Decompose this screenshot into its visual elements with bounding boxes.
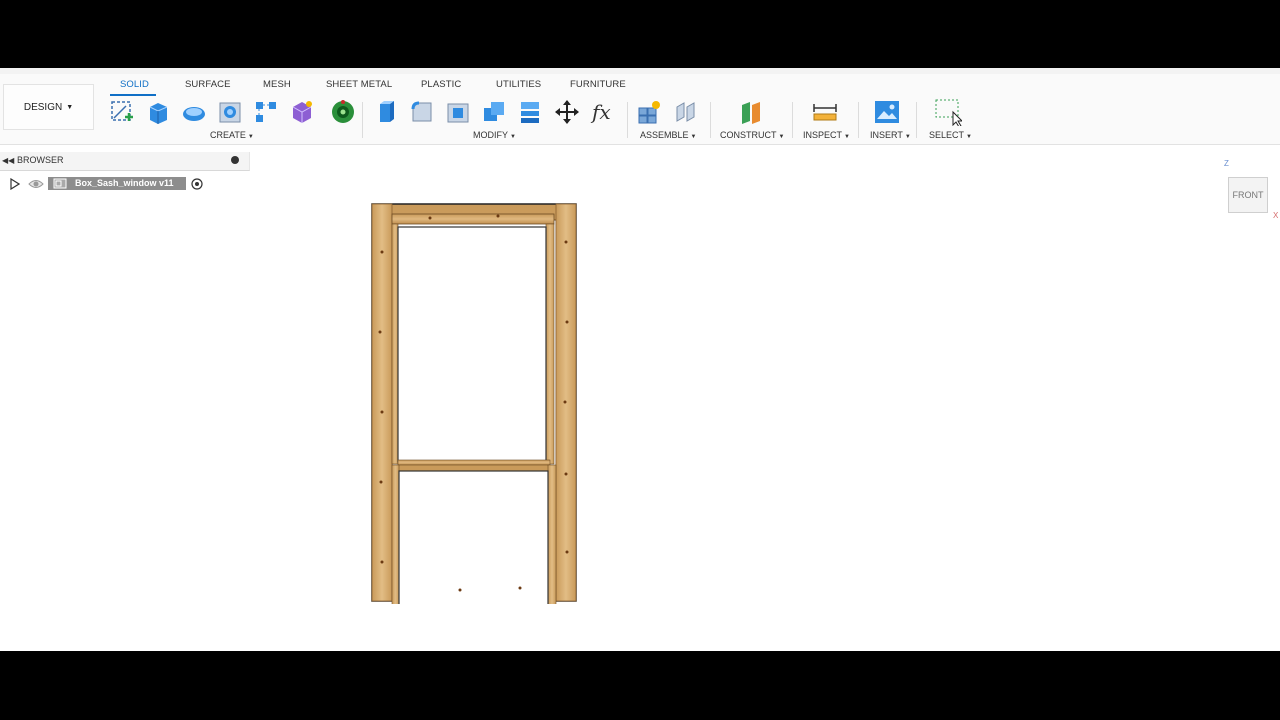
generative-design-icon[interactable] bbox=[328, 98, 356, 126]
tab-mesh[interactable]: MESH bbox=[263, 79, 291, 90]
visibility-eye-icon[interactable] bbox=[28, 178, 44, 190]
hole-icon[interactable] bbox=[216, 98, 244, 126]
assemble-menu-label: ASSEMBLE bbox=[640, 130, 689, 140]
inspect-menu-label: INSPECT bbox=[803, 130, 843, 140]
tab-furniture[interactable]: FURNITURE bbox=[570, 79, 626, 90]
chevron-down-icon: ▼ bbox=[966, 134, 972, 140]
separator bbox=[627, 102, 628, 138]
assemble-menu[interactable]: ASSEMBLE ▼ bbox=[640, 130, 696, 140]
activate-radio-icon[interactable] bbox=[191, 178, 203, 190]
chevron-down-icon: ▼ bbox=[510, 134, 516, 140]
separator bbox=[858, 102, 859, 138]
document-name: Box_Sash_window v11 bbox=[48, 177, 186, 190]
tab-sheet-metal[interactable]: SHEET METAL bbox=[326, 79, 392, 90]
tab-plastic[interactable]: PLASTIC bbox=[421, 79, 461, 90]
create-menu[interactable]: CREATE ▼ bbox=[210, 130, 254, 140]
create-menu-label: CREATE bbox=[210, 130, 246, 140]
browser-title: BROWSER bbox=[17, 155, 64, 165]
tab-solid[interactable]: SOLID bbox=[120, 79, 149, 90]
chevron-down-icon: ▼ bbox=[904, 134, 911, 140]
separator bbox=[362, 102, 363, 138]
tab-surface[interactable]: SURFACE bbox=[185, 79, 231, 90]
insert-menu[interactable]: INSERT ▼ bbox=[870, 130, 911, 140]
joint-icon[interactable] bbox=[672, 98, 700, 126]
pattern-icon[interactable] bbox=[252, 98, 280, 126]
form-icon[interactable] bbox=[288, 98, 316, 126]
chevron-down-icon: ▼ bbox=[844, 134, 850, 140]
expand-arrow-icon[interactable] bbox=[10, 178, 20, 190]
chevron-down-icon: ▼ bbox=[66, 103, 74, 111]
split-body-icon[interactable] bbox=[516, 98, 544, 126]
separator bbox=[710, 102, 711, 138]
measure-icon[interactable] bbox=[811, 98, 839, 126]
tab-utilities[interactable]: UTILITIES bbox=[496, 79, 541, 90]
modify-menu[interactable]: MODIFY ▼ bbox=[473, 130, 516, 140]
window-model[interactable] bbox=[370, 202, 580, 604]
extrude-icon[interactable] bbox=[144, 98, 172, 126]
shell-icon[interactable] bbox=[444, 98, 472, 126]
axis-z-label: Z bbox=[1224, 159, 1229, 168]
select-window-icon[interactable] bbox=[934, 98, 962, 126]
move-icon[interactable] bbox=[553, 98, 581, 126]
construct-menu-label: CONSTRUCT bbox=[720, 130, 777, 140]
revolve-icon[interactable] bbox=[180, 98, 208, 126]
modify-menu-label: MODIFY bbox=[473, 130, 508, 140]
construct-menu[interactable]: CONSTRUCT ▼ bbox=[720, 130, 784, 140]
select-menu[interactable]: SELECT ▼ bbox=[929, 130, 972, 140]
ribbon-toolbar: DESIGN ▼ SOLID SURFACE MESH SHEET METAL … bbox=[0, 74, 1280, 145]
svg-text:fx: fx bbox=[590, 100, 611, 124]
insert-menu-label: INSERT bbox=[870, 130, 903, 140]
inspect-menu[interactable]: INSPECT ▼ bbox=[803, 130, 850, 140]
browser-panel-header: ◀◀ BROWSER bbox=[0, 152, 250, 171]
viewcube-face-label: FRONT bbox=[1232, 190, 1264, 200]
active-tab-indicator bbox=[110, 94, 156, 96]
workspace-label: DESIGN bbox=[23, 101, 63, 113]
browser-root-item[interactable]: Box_Sash_window v11 bbox=[0, 175, 249, 193]
create-sketch-icon[interactable] bbox=[108, 98, 136, 126]
separator bbox=[916, 102, 917, 138]
offset-plane-icon[interactable] bbox=[737, 98, 765, 126]
collapse-panel-icon[interactable]: ◀◀ bbox=[2, 156, 14, 165]
combine-icon[interactable] bbox=[480, 98, 508, 126]
pin-panel-icon[interactable] bbox=[231, 156, 239, 164]
select-menu-label: SELECT bbox=[929, 130, 965, 140]
chevron-down-icon: ▼ bbox=[247, 134, 254, 140]
separator bbox=[792, 102, 793, 138]
workspace-switcher[interactable]: DESIGN ▼ bbox=[3, 84, 94, 130]
insert-image-icon[interactable] bbox=[873, 98, 901, 126]
axis-x-label: X bbox=[1273, 211, 1279, 220]
new-component-icon[interactable] bbox=[635, 98, 663, 126]
viewcube[interactable]: FRONT bbox=[1228, 177, 1268, 213]
document-icon bbox=[53, 178, 67, 189]
chevron-down-icon: ▼ bbox=[778, 134, 785, 140]
fusion-app-window: DESIGN ▼ SOLID SURFACE MESH SHEET METAL … bbox=[0, 68, 1280, 651]
document-name-label: Box_Sash_window v11 bbox=[75, 178, 174, 188]
fillet-icon[interactable] bbox=[408, 98, 436, 126]
press-pull-icon[interactable] bbox=[371, 98, 399, 126]
chevron-down-icon: ▼ bbox=[690, 134, 697, 140]
parameters-icon[interactable]: fx bbox=[590, 98, 618, 126]
